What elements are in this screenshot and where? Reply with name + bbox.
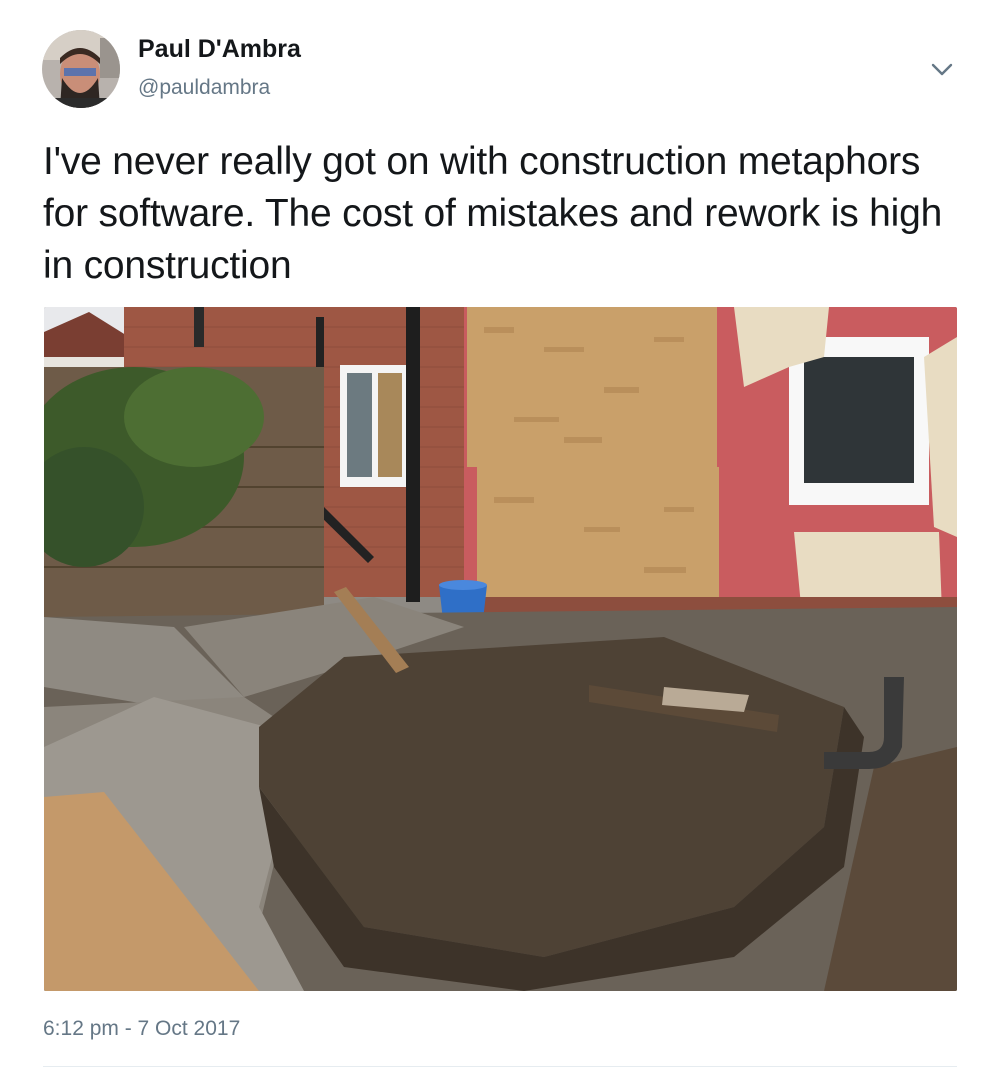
author-handle[interactable]: @pauldambra	[138, 76, 270, 100]
author-avatar[interactable]	[42, 30, 120, 108]
tweet-timestamp[interactable]: 6:12 pm - 7 Oct 2017	[43, 1017, 240, 1041]
author-name[interactable]: Paul D'Ambra	[138, 35, 301, 64]
chevron-down-icon[interactable]	[928, 58, 956, 82]
divider	[43, 1066, 957, 1067]
tweet-text: I've never really got on with constructi…	[43, 140, 943, 287]
avatar-image	[42, 30, 120, 108]
tweet-card: Paul D'Ambra @pauldambra I've never real…	[0, 0, 1000, 1072]
tweet-photo[interactable]	[44, 307, 957, 991]
construction-site-photo	[44, 307, 957, 991]
